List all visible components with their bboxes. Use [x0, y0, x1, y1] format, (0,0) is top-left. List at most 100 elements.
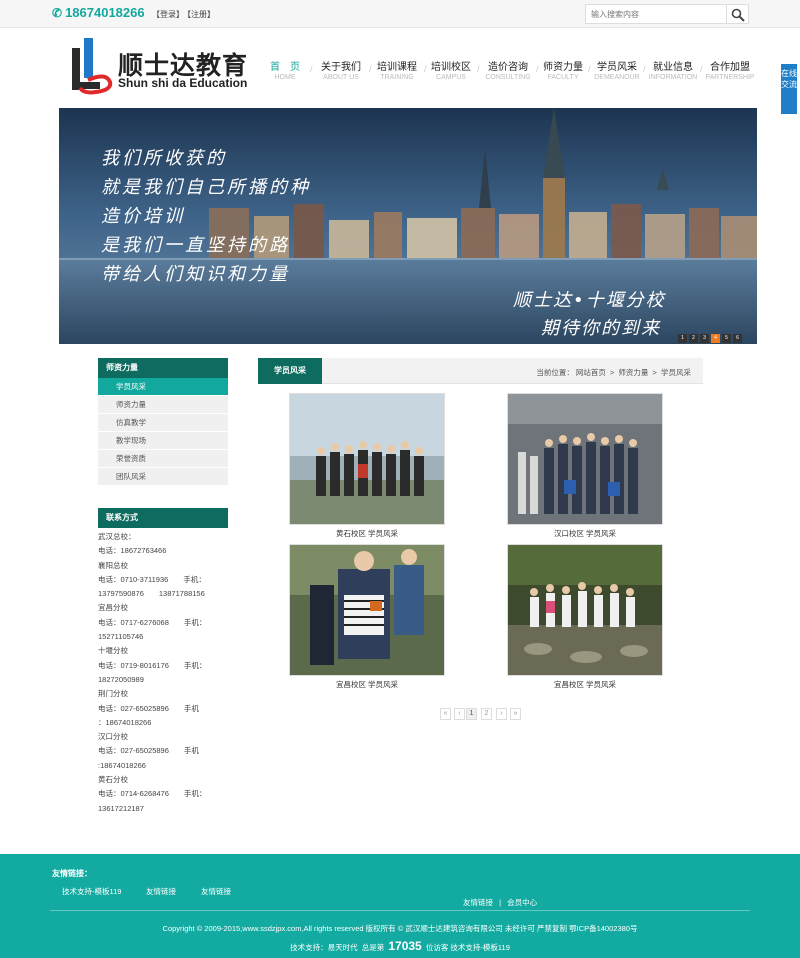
banner-dot[interactable]: 3: [700, 334, 709, 343]
banner-slogan-sub: 期待你的到来: [541, 318, 661, 339]
nav-item-campus[interactable]: 培训校区 CAMPUS: [431, 58, 471, 81]
hero-banner: 我们所收获的 就是我们自己所播的种 造价培训 是我们一直坚持的路 带给人们知识和…: [59, 108, 757, 344]
nav-label: 合作加盟: [710, 62, 750, 73]
contact-line: 荆门分校: [98, 689, 128, 699]
friend-link[interactable]: 友情链接: [146, 886, 176, 897]
auth-links: 【登录】 【注册】: [152, 9, 218, 20]
top-bar: ✆ 18674018266 【登录】 【注册】: [0, 0, 800, 28]
footer-friend-link[interactable]: 友情链接: [463, 898, 493, 907]
sidebar-item-students[interactable]: 学员风采: [98, 378, 228, 396]
sidebar-item-team[interactable]: 团队风采: [98, 468, 228, 486]
contact-line: 电话：0714-6268476 手机：: [98, 789, 207, 799]
nav-sublabel: TRAINING: [380, 74, 414, 81]
breadcrumb-separator: >: [652, 368, 657, 377]
friend-link[interactable]: 友情链接: [201, 886, 231, 897]
nav-label: 学员风采: [597, 62, 637, 73]
gallery-caption[interactable]: 黄石校区 学员风采: [289, 528, 445, 539]
poem-line: 我们所收获的: [101, 148, 227, 169]
contact-line: 18272050989: [98, 674, 144, 684]
sidebar-item-simulation[interactable]: 仿真教学: [98, 414, 228, 432]
nav-item-about[interactable]: 关于我们 ABOUT US: [318, 58, 364, 81]
page-2-button[interactable]: 2: [481, 708, 492, 720]
banner-dot[interactable]: 6: [733, 334, 742, 343]
gallery-item[interactable]: 汉口校区 学员风采: [507, 393, 663, 539]
nav-item-information[interactable]: 就业信息 INFORMATION: [648, 58, 698, 81]
gallery-caption[interactable]: 宜昌校区 学员风采: [507, 679, 663, 690]
contact-line: 襄阳总校: [98, 560, 128, 570]
nav-label: 关于我们: [321, 62, 361, 73]
tech-support-link[interactable]: 技术支持-模板119: [450, 943, 509, 952]
nav-label: 就业信息: [653, 62, 693, 73]
sidebar-item-classroom[interactable]: 教学现场: [98, 432, 228, 450]
nav-label: 造价咨询: [488, 62, 528, 73]
nav-item-home[interactable]: 首 页 HOME: [268, 58, 302, 81]
contact-list: 武汉总校： 电话：18672763466 襄阳总校 电话：0710-371193…: [98, 530, 230, 816]
nav-separator: /: [369, 64, 372, 74]
sidebar-item-faculty[interactable]: 师资力量: [98, 396, 228, 414]
footer-separator: |: [499, 898, 502, 907]
contact-title: 联系方式: [98, 508, 228, 528]
nav-sublabel: CONSULTING: [485, 74, 531, 81]
gallery-caption[interactable]: 汉口校区 学员风采: [507, 528, 663, 539]
breadcrumb-level1[interactable]: 师资力量: [618, 368, 648, 377]
member-center-link[interactable]: 会员中心: [507, 898, 537, 907]
photo-image: [508, 394, 662, 524]
gallery-photo[interactable]: [507, 393, 663, 525]
page-last-button[interactable]: »: [510, 708, 521, 720]
logo-mark-icon: [72, 38, 113, 95]
nav-separator: /: [536, 64, 539, 74]
footer-divider: [50, 910, 750, 911]
banner-slogan: 顺士达•十堰分校: [513, 290, 666, 311]
gallery-item[interactable]: 宜昌校区 学员风采: [289, 544, 445, 690]
sidebar-title: 师资力量: [98, 358, 228, 378]
nav-separator: /: [700, 64, 703, 74]
tech-support-text: 技术支持：易天时代: [290, 943, 358, 952]
nav-separator: /: [643, 64, 646, 74]
nav-item-partnership[interactable]: 合作加盟 PARTNERSHIP: [704, 58, 756, 81]
contact-line: 黄石分校: [98, 775, 128, 785]
contact-line: 汉口分校: [98, 732, 128, 742]
nav-item-demeanour[interactable]: 学员风采 DEMEANOUR: [594, 58, 640, 81]
nav-item-faculty[interactable]: 师资力量 FACULTY: [542, 58, 584, 81]
nav-item-training[interactable]: 培训课程 TRAINING: [376, 58, 418, 81]
gallery-photo[interactable]: [289, 544, 445, 676]
breadcrumb-separator: >: [609, 368, 615, 377]
friend-link[interactable]: 技术支持-模板119: [62, 886, 121, 897]
contact-line: 电话：0717-6276068 手机：: [98, 617, 207, 627]
gallery-photo[interactable]: [507, 544, 663, 676]
nav-sublabel: FACULTY: [547, 74, 579, 81]
login-link[interactable]: 【登录】: [152, 10, 184, 19]
poem-line: 就是我们自己所播的种: [101, 177, 311, 198]
register-link[interactable]: 【注册】: [187, 10, 215, 19]
search-button[interactable]: [727, 4, 749, 24]
breadcrumb-current[interactable]: 学员风采: [661, 368, 691, 377]
nav-sublabel: PARTNERSHIP: [705, 74, 755, 81]
online-chat-tab[interactable]: 在线交流: [781, 64, 797, 114]
nav-sublabel: INFORMATION: [648, 74, 698, 81]
nav-item-consulting[interactable]: 造价咨询 CONSULTING: [483, 58, 533, 81]
banner-dot-active[interactable]: 4: [711, 334, 720, 343]
nav-sublabel: ABOUT US: [323, 74, 359, 81]
banner-dot[interactable]: 5: [722, 334, 731, 343]
gallery-photo[interactable]: [289, 393, 445, 525]
nav-sublabel: HOME: [274, 74, 296, 81]
sidebar-item-honors[interactable]: 荣誉资质: [98, 450, 228, 468]
banner-dot[interactable]: 1: [678, 334, 687, 343]
search-input[interactable]: [585, 4, 727, 24]
banner-dot[interactable]: 2: [689, 334, 698, 343]
site-logo[interactable]: 顺士达教育 Shun shi da Education: [66, 36, 256, 98]
page-first-button[interactable]: «: [440, 708, 451, 720]
visitor-stats: 技术支持：易天时代 总是第 17035 位访客 技术支持-模板119: [0, 939, 800, 953]
gallery-item[interactable]: 宜昌校区 学员风采: [507, 544, 663, 690]
contact-line: 电话：027-65025896 手机: [98, 746, 199, 756]
nav-separator: /: [588, 64, 591, 74]
breadcrumb-home[interactable]: 网站首页: [576, 368, 606, 377]
page-next-button[interactable]: ›: [496, 708, 507, 720]
contact-line: 十堰分校: [98, 646, 128, 656]
nav-label: 培训校区: [431, 62, 471, 73]
page-1-button[interactable]: 1: [466, 708, 477, 720]
gallery-caption[interactable]: 宜昌校区 学员风采: [289, 679, 445, 690]
page-prev-button[interactable]: ‹: [454, 708, 465, 720]
nav-separator: /: [477, 64, 480, 74]
gallery-item[interactable]: 黄石校区 学员风采: [289, 393, 445, 539]
